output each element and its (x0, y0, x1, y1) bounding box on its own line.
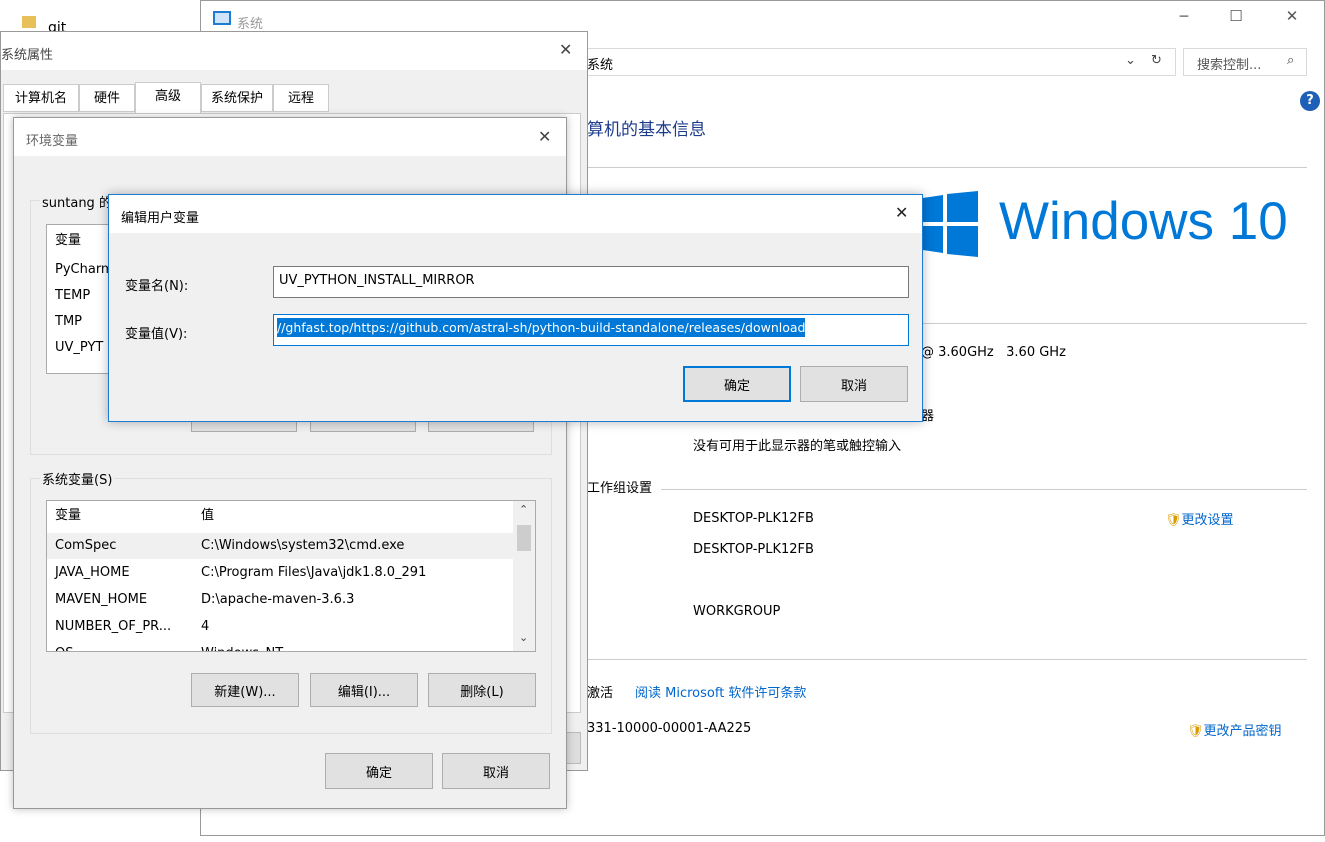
system-edit-button[interactable]: 编辑(I)... (310, 673, 418, 707)
edit-titlebar (109, 195, 922, 233)
scrollbar[interactable] (513, 501, 535, 651)
tab-system-protection[interactable]: 系统保护 (201, 84, 273, 112)
system-new-button[interactable]: 新建(W)... (191, 673, 299, 707)
table-row-name[interactable]: NUMBER_OF_PR... (55, 614, 171, 640)
windows-logo-text: Windows 10 (999, 191, 1288, 252)
table-row-value[interactable]: 4 (201, 614, 209, 640)
table-row-name[interactable]: MAVEN_HOME (55, 587, 147, 613)
divider (921, 323, 1307, 324)
activation-prefix: 激活 (587, 686, 614, 701)
workgroup-value: WORKGROUP (693, 604, 781, 619)
table-row-name[interactable]: OS (55, 641, 73, 651)
edit-cancel-button[interactable]: 取消 (800, 366, 908, 402)
tab-remote[interactable]: 远程 (273, 84, 329, 112)
divider (661, 489, 1307, 490)
chevron-down-icon[interactable]: ⌄ (1125, 53, 1136, 68)
edit-title: 编辑用户变量 (121, 211, 200, 226)
tab-advanced[interactable]: 高级 (135, 82, 201, 114)
variable-name-label: 变量名(N): (125, 279, 189, 294)
close-icon[interactable]: ✕ (559, 40, 572, 59)
change-settings-label: 更改设置 (1181, 513, 1234, 528)
change-product-key-link[interactable]: 🛡更改产品密钥 (1187, 720, 1282, 739)
system-variables-group-label: 系统变量(S) (40, 469, 115, 488)
address-text: 系统 (587, 58, 614, 73)
computer-name-value: DESKTOP-PLK12FB (693, 511, 814, 526)
windows-logo-version: 10 (1228, 192, 1288, 251)
change-product-key-label: 更改产品密钥 (1203, 724, 1282, 739)
shield-icon: 🛡 (1187, 724, 1204, 739)
pen-touch-value: 没有可用于此显示器的笔或触控输入 (693, 439, 902, 454)
system-delete-button[interactable]: 删除(L) (428, 673, 536, 707)
workgroup-section-title: 工作组设置 (587, 481, 653, 496)
tab-hardware[interactable]: 硬件 (79, 84, 135, 112)
change-settings-link[interactable]: 🛡更改设置 (1165, 509, 1234, 528)
list-item[interactable]: PyCharm (55, 257, 114, 283)
system-properties-title: 系统属性 (1, 48, 54, 63)
help-icon[interactable]: ? (1300, 91, 1320, 111)
variable-value-input[interactable]: //ghfast.top/https://github.com/astral-s… (273, 314, 909, 346)
close-window-button[interactable]: ✕ (1277, 7, 1307, 27)
env-titlebar (14, 118, 566, 156)
system-variables-list[interactable]: 变量 值 ComSpec C:\Windows\system32\cmd.exe… (46, 500, 536, 652)
table-row-name[interactable]: JAVA_HOME (55, 560, 130, 586)
shield-icon: 🛡 (1165, 513, 1182, 528)
divider (587, 167, 1307, 168)
system-properties-titlebar (1, 32, 587, 70)
column-header-variable[interactable]: 变量 (55, 503, 81, 529)
close-icon[interactable]: ✕ (538, 127, 551, 146)
env-cancel-button[interactable]: 取消 (442, 753, 550, 789)
list-item[interactable]: UV_PYT (55, 335, 103, 361)
tab-computer-name[interactable]: 计算机名 (3, 84, 79, 112)
maximize-button[interactable]: ☐ (1221, 7, 1251, 27)
table-row-value[interactable]: Windows_NT (201, 641, 283, 651)
product-id: 331-10000-00001-AA225 (587, 721, 752, 736)
page-heading: 算机的基本信息 (587, 120, 706, 140)
windows-logo-word: Windows (999, 192, 1215, 251)
minimize-button[interactable]: ─ (1169, 9, 1199, 29)
system-window-title: 系统 (237, 17, 264, 32)
variable-name-text: UV_PYTHON_INSTALL_MIRROR (279, 273, 475, 288)
variable-value-label: 变量值(V): (125, 327, 188, 342)
full-computer-name-value: DESKTOP-PLK12FB (693, 542, 814, 557)
env-title: 环境变量 (26, 134, 79, 149)
column-header-value[interactable]: 值 (201, 503, 214, 529)
env-ok-button[interactable]: 确定 (325, 753, 433, 789)
list-item[interactable]: TEMP (55, 283, 90, 309)
cpu-speed: @ 3.60GHz 3.60 GHz (921, 345, 1066, 360)
variable-value-text: //ghfast.top/https://github.com/astral-s… (277, 318, 806, 337)
scroll-up-icon[interactable]: ⌃ (519, 503, 528, 516)
table-row-name[interactable]: ComSpec (55, 533, 116, 559)
edit-user-variable-dialog: 编辑用户变量 ✕ 变量名(N): UV_PYTHON_INSTALL_MIRRO… (108, 194, 923, 422)
search-icon[interactable]: ⌕ (1287, 53, 1294, 68)
table-row-value[interactable]: C:\Program Files\Java\jdk1.8.0_291 (201, 560, 426, 586)
close-icon[interactable]: ✕ (895, 203, 908, 222)
divider (587, 659, 1307, 660)
table-row-value[interactable]: C:\Windows\system32\cmd.exe (201, 533, 404, 559)
scroll-down-icon[interactable]: ⌄ (519, 631, 528, 644)
refresh-icon[interactable]: ↻ (1151, 53, 1162, 68)
desktop-folder-icon[interactable] (22, 16, 36, 28)
scroll-thumb[interactable] (517, 525, 531, 551)
windows-logo-icon (916, 191, 978, 257)
table-row-value[interactable]: D:\apache-maven-3.6.3 (201, 587, 354, 613)
list-item[interactable]: TMP (55, 309, 82, 335)
search-placeholder: 搜索控制... (1197, 58, 1262, 73)
variable-name-input[interactable]: UV_PYTHON_INSTALL_MIRROR (273, 266, 909, 298)
list-header-variable[interactable]: 变量 (55, 228, 81, 254)
edit-ok-button[interactable]: 确定 (683, 366, 791, 402)
system-window-icon (213, 11, 231, 25)
license-link[interactable]: 阅读 Microsoft 软件许可条款 (635, 682, 806, 701)
